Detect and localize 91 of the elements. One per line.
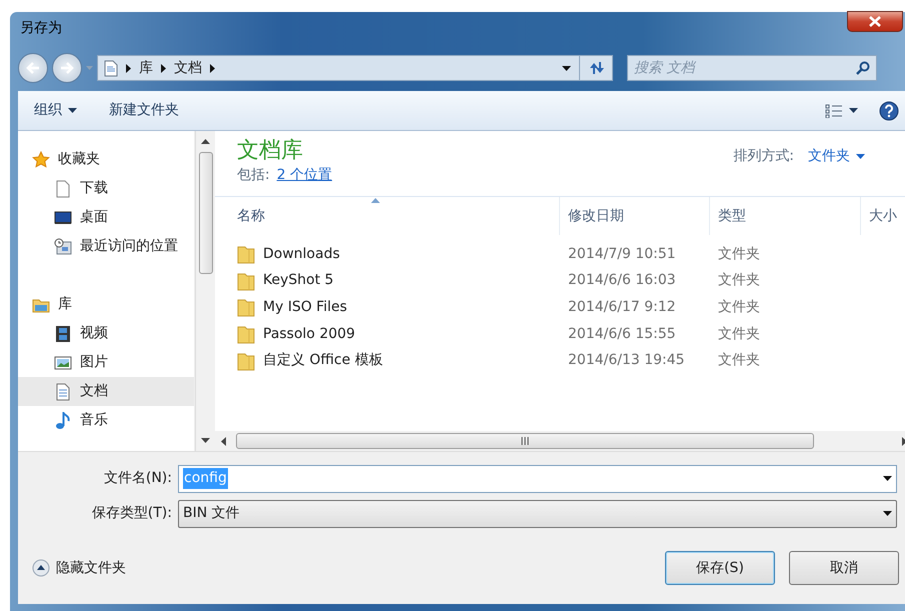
table-cell-text: 2014/6/6 15:55 [567,324,677,344]
forward-arrow-icon [60,62,74,74]
table-cell-text: 2014/6/17 9:12 [567,298,677,317]
arrange-label: 排列方式: [733,146,794,166]
nav-item[interactable]: 下载 [18,174,194,203]
hide-folders-button[interactable]: 隐藏文件夹 [32,558,126,578]
breadcrumb-arrow-icon[interactable] [126,64,131,72]
folder-icon [237,297,255,318]
column-header[interactable]: 类型 [718,206,746,226]
file-name[interactable]: Passolo 2009 [263,324,356,345]
nav-item[interactable]: 收藏夹 [18,145,194,174]
caret-icon [856,154,865,158]
vertical-scrollbar[interactable] [195,131,215,451]
table-cell-text: 2014/6/6 16:03 [567,271,677,290]
breadcrumb-item[interactable]: 文档 [174,58,202,78]
music-note-icon [54,412,72,430]
table-cell-text: 文件夹 [717,244,761,264]
collapse-icon [32,559,50,577]
locations-link[interactable]: 2 个位置 [276,165,332,186]
refresh-icon[interactable] [588,61,606,75]
sort-ascending-icon [371,198,380,203]
folder-icon [237,350,255,371]
toolbar-button[interactable]: 组织 [34,100,77,121]
search-box[interactable]: 搜索 文档 [627,55,877,81]
address-bar[interactable]: 库 文档 [97,55,613,81]
document-icon [54,382,72,400]
column-header[interactable]: 大小 [869,206,897,226]
caret-icon [849,108,858,113]
forward-button[interactable] [52,53,82,83]
nav-item[interactable]: 图片 [18,348,194,377]
scrollbar-thumb[interactable] [236,433,814,449]
file-name[interactable]: Downloads [263,244,340,265]
help-icon[interactable] [879,100,899,120]
nav-item[interactable]: 文档 [18,377,194,406]
nav-item[interactable]: 音乐 [18,406,194,435]
dialog-button[interactable]: 取消 [789,551,899,585]
nav-item[interactable]: 桌面 [18,203,194,232]
caret-icon [68,108,77,113]
star-icon [32,150,50,168]
folder-icon [237,270,255,291]
column-header[interactable]: 修改日期 [568,206,624,226]
table-cell-text: 文件夹 [717,324,761,344]
back-button[interactable] [18,53,48,83]
scrollbar-thumb[interactable] [198,152,212,274]
file-type-label: 保存类型(T): [90,504,173,523]
table-cell-text: 文件夹 [717,271,761,290]
includes-label: 包括: [237,166,270,185]
nav-item[interactable]: 库 [18,290,194,319]
horizontal-scrollbar[interactable] [215,431,905,451]
dropdown-icon[interactable] [883,476,892,481]
nav-item[interactable]: 最近访问的位置 [18,232,194,261]
breadcrumb-arrow-icon[interactable] [161,64,166,72]
film-strip-icon [54,324,72,342]
view-list-icon [825,104,843,118]
scroll-up-icon[interactable] [201,139,210,144]
document-icon [104,60,118,76]
file-name[interactable]: KeyShot 5 [263,270,334,292]
file-name[interactable]: 自定义 Office 模板 [263,350,383,372]
window-title: 另存为 [20,19,62,38]
arrange-dropdown[interactable]: 文件夹 [808,146,865,166]
scroll-left-icon[interactable] [221,436,226,446]
picture-frame-icon [54,354,72,372]
folder-icon [237,324,255,344]
recent-places-icon [54,238,72,256]
grip-icon [521,437,529,445]
monitor-icon [54,208,72,226]
folder-icon [237,244,255,264]
table-cell-text: 文件夹 [717,351,761,370]
search-field[interactable]: 搜索 文档 [628,56,856,80]
close-icon [869,16,881,27]
scroll-down-icon[interactable] [201,438,210,443]
close-button[interactable] [847,11,903,32]
file-type-dropdown[interactable]: BIN 文件 [178,500,897,528]
caret-icon [883,511,892,516]
column-header[interactable]: 名称 [237,206,265,226]
breadcrumb-arrow-icon[interactable] [210,64,215,72]
nav-item[interactable]: 视频 [18,319,194,348]
view-options-button[interactable] [825,104,858,118]
table-cell-text: 2014/7/9 10:51 [567,244,677,264]
dropdown-icon[interactable] [562,66,571,70]
library-title: 文档库 [237,137,304,165]
back-arrow-icon [26,62,40,74]
file-name[interactable]: My ISO Files [263,296,348,318]
filename-label: 文件名(N): [102,469,173,488]
toolbar-button[interactable]: 新建文件夹 [109,100,179,121]
breadcrumb-item[interactable]: 库 [139,58,153,78]
blank-page-icon [54,180,72,198]
table-cell-text: 文件夹 [717,298,761,317]
table-cell-text: 2014/6/13 19:45 [567,351,686,370]
search-icon [856,61,870,75]
dialog-button[interactable]: 保存(S) [665,551,775,585]
